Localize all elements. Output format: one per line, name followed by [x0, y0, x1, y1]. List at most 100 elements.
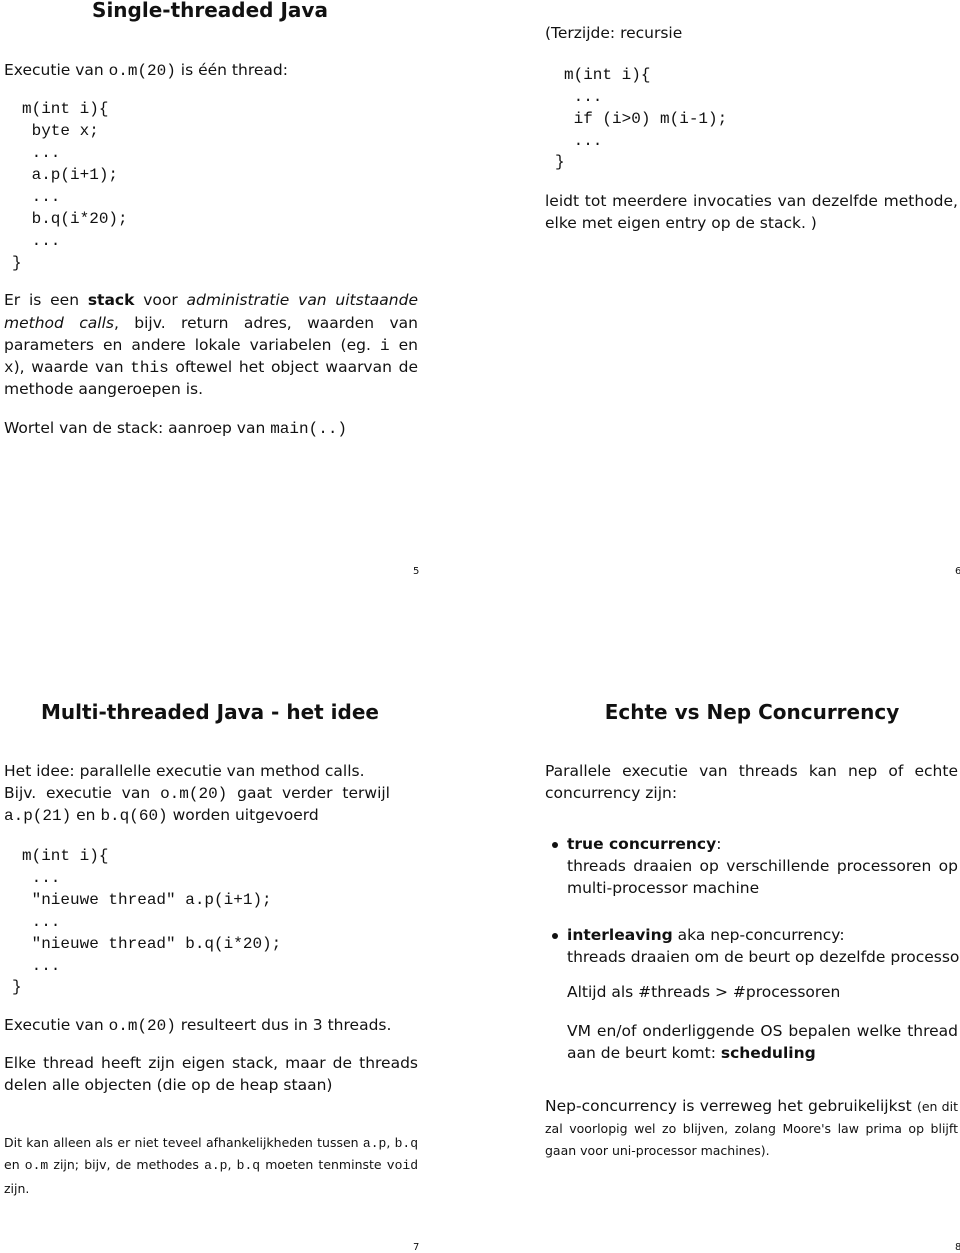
text-span: Er is een	[4, 291, 88, 309]
text-span: Bijv. executie van	[4, 784, 161, 802]
text-span: concurrency zijn:	[545, 784, 678, 802]
text-line: delen alle objecten (die op de heap staa…	[4, 1075, 332, 1095]
text-span: voor	[134, 291, 187, 309]
text-span: Executie van	[4, 61, 109, 79]
text-line: ...	[22, 230, 61, 250]
text-span: elke met eigen entry op de stack. )	[545, 214, 817, 232]
text-line: ...	[22, 142, 61, 162]
text-line: zijn.	[4, 1178, 29, 1198]
text-line: Het idee: parallelle executie van method…	[4, 761, 365, 781]
text-span: aka nep-concurrency:	[672, 926, 845, 944]
code-text: a.p(21)	[4, 807, 72, 825]
text-span: en	[389, 336, 418, 354]
text-line: if (i>0) m(i-1);	[564, 108, 728, 128]
text-line: aan de beurt komt: scheduling	[567, 1043, 816, 1063]
code-text: m(int i){	[22, 100, 109, 118]
text-line: b.q(i*20);	[22, 208, 128, 228]
text-span: zijn; bijv, de methodes	[48, 1157, 205, 1172]
text-span: Nep-concurrency is verreweg het gebruike…	[545, 1097, 917, 1115]
code-text: o.m(20)	[108, 1017, 176, 1035]
code-text: ...	[22, 188, 61, 206]
text-line: interleaving aka nep-concurrency:	[567, 925, 845, 945]
code-text: ...	[22, 144, 61, 162]
code-text: void	[386, 1158, 419, 1173]
code-text: "nieuwe thread" a.p(i+1);	[22, 891, 272, 909]
slide-title: Multi-threaded Java - het idee	[41, 700, 379, 724]
code-text: x	[4, 359, 14, 377]
text-span: ), waarde van	[13, 358, 131, 376]
text-span: threads draaien op verschillende process…	[567, 857, 958, 875]
text-line: methode aangeroepen is.	[4, 379, 203, 399]
text-line: true concurrency:	[567, 834, 721, 854]
text-line: ...	[22, 186, 61, 206]
text-span: zal voorlopig wel zo blijven, zolang Moo…	[545, 1121, 958, 1136]
text-span: threads draaien om de beurt op dezelfde …	[567, 948, 960, 966]
text-span: methode aangeroepen is.	[4, 380, 204, 398]
text-line: threads draaien op verschillende process…	[567, 856, 958, 876]
text-span: en	[4, 1157, 25, 1172]
text-span: :	[716, 835, 722, 853]
page-number: 7	[413, 1242, 420, 1253]
text-line: m(int i){	[564, 64, 650, 84]
text-span: (Terzijde: recursie	[545, 24, 683, 42]
text-span: Altijd als #threads > #processoren	[567, 983, 841, 1001]
code-text: a.p	[362, 1136, 387, 1151]
text-line: Parallele executie van threads kan nep o…	[545, 761, 958, 781]
text-line: Altijd als #threads > #processoren	[567, 982, 840, 1002]
text-span: Elke thread heeft zijn eigen stack, maar…	[4, 1054, 418, 1072]
text-line: leidt tot meerdere invocaties van dezelf…	[545, 191, 958, 211]
text-span: Executie van	[4, 1016, 109, 1034]
code-text: b.q	[394, 1136, 418, 1151]
text-line: "nieuwe thread" a.p(i+1);	[22, 889, 272, 909]
text-span: true concurrency	[567, 835, 717, 853]
text-span: oftewel het object waarvan de	[168, 358, 418, 376]
code-text: this	[130, 359, 169, 377]
text-line: Bijv. executie van o.m(20) gaat verder t…	[4, 783, 390, 803]
text-span: aan de beurt komt:	[567, 1044, 721, 1062]
text-line: Nep-concurrency is verreweg het gebruike…	[545, 1096, 958, 1116]
text-span: ,	[386, 1135, 395, 1150]
text-line: parameters en andere lokale variabelen (…	[4, 335, 418, 355]
text-span: Dit kan alleen als er niet teveel afhank…	[4, 1135, 363, 1150]
text-span: multi-processor machine	[567, 879, 760, 897]
text-line: VM en/of onderliggende OS bepalen welke …	[567, 1021, 958, 1041]
code-text: "nieuwe thread" b.q(i*20);	[22, 935, 282, 953]
text-span: ,	[227, 1157, 237, 1172]
page-number: 5	[413, 566, 420, 577]
text-line: byte x;	[22, 120, 99, 140]
text-line: (Terzijde: recursie	[545, 23, 682, 43]
text-span: en	[71, 806, 101, 824]
text-line: m(int i){	[22, 845, 108, 865]
code-text: }	[12, 254, 22, 272]
code-text: o.m(20)	[160, 785, 228, 803]
page-number: 8	[955, 1242, 960, 1253]
text-span: Parallele executie van threads kan nep o…	[545, 762, 958, 780]
code-text: b.q	[236, 1158, 261, 1173]
text-span: Wortel van de stack: aanroep van	[4, 419, 271, 437]
text-span: Het idee: parallelle executie van method…	[4, 762, 365, 780]
text-span: delen alle objecten (die op de heap staa…	[4, 1076, 333, 1094]
text-line: gaan voor uni-processor machines).	[545, 1140, 770, 1160]
text-span: zijn.	[4, 1181, 30, 1196]
bullet-icon	[552, 933, 558, 939]
text-line: Executie van o.m(20) is één thread:	[4, 60, 288, 80]
text-line: }	[12, 976, 22, 996]
code-text: i	[379, 337, 390, 355]
text-line: a.p(i+1);	[22, 164, 118, 184]
text-line: multi-processor machine	[567, 878, 759, 898]
text-line: en o.m zijn; bijv, de methodes a.p, b.q …	[4, 1154, 418, 1174]
text-line: ...	[22, 867, 61, 887]
text-line: }	[555, 151, 565, 171]
code-text: ...	[22, 232, 61, 250]
text-line: }	[12, 252, 22, 272]
text-line: Wortel van de stack: aanroep van main(..…	[4, 418, 347, 438]
bullet-icon	[552, 842, 558, 848]
text-span: scheduling	[720, 1044, 816, 1062]
code-text: ...	[22, 957, 61, 975]
code-text: b.q(60)	[100, 807, 168, 825]
code-text: main(..)	[270, 420, 348, 438]
code-text: m(int i){	[564, 66, 651, 84]
code-text: a.p	[204, 1158, 228, 1173]
text-span: administratie van uitstaande	[186, 291, 418, 309]
text-line: Dit kan alleen als er niet teveel afhank…	[4, 1132, 418, 1152]
